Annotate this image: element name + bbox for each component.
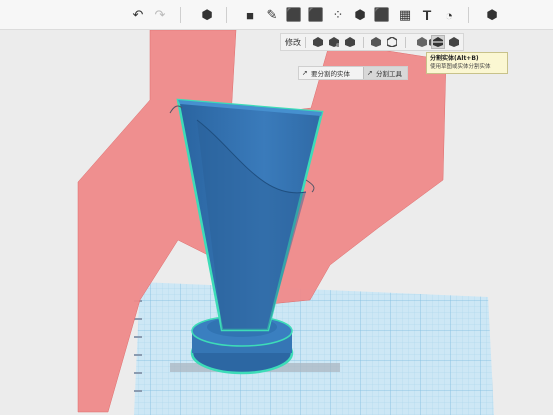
view-cube-icon: ⬢ (486, 7, 498, 22)
toolbar-divider (180, 7, 181, 23)
body-to-split-label: 要分割的实体 (311, 70, 350, 78)
undo-icon: ↶ (132, 7, 144, 22)
sub-toolbar-divider (305, 37, 306, 48)
measure-icon: ▦ (398, 7, 412, 22)
work-plane-grid (134, 282, 494, 415)
cursor-icon: ➚ (302, 69, 308, 77)
pattern-icon: ⁘ (332, 7, 344, 22)
modify-button[interactable]: ⬛ (306, 5, 326, 25)
split-mode-bar: ➚ 要分割的实体 ➚ 分割工具 (298, 66, 408, 80)
material-button[interactable]: ◔ (439, 5, 459, 25)
split-tool-label: 分割工具 (376, 70, 402, 78)
modify-icon: ⬛ (307, 7, 325, 22)
text-button[interactable]: T (417, 5, 437, 25)
modify-sub-toolbar: 修改 (280, 33, 464, 51)
split-solid-tooltip: 分割实体(Alt+B) 使用草图或实体分割实体 (426, 52, 508, 74)
design-app-window: ↶ ↷ ⬢ ■ ✎ ⬛ ⬛ ⁘ ⬢ ⬛ ▦ T ◔ ⬢ 修改 分割实体(Alt+… (0, 0, 553, 415)
split-solid-icon (433, 37, 443, 47)
press-pull-icon (313, 37, 323, 47)
combine-icon: ⬛ (373, 7, 391, 22)
fillet-icon (345, 37, 355, 47)
toolbar-divider (468, 7, 469, 23)
combine-button[interactable]: ⬛ (372, 5, 392, 25)
measure-button[interactable]: ▦ (395, 5, 415, 25)
sub-toolbar-divider (405, 37, 406, 48)
sketch-button[interactable]: ✎ (262, 5, 282, 25)
modify-label: 修改 (285, 38, 301, 47)
tooltip-description: 使用草图或实体分割实体 (430, 64, 491, 70)
redo-icon: ↷ (154, 7, 166, 22)
undo-button[interactable]: ↶ (128, 5, 148, 25)
add-primitive-icon: ⬢ (201, 7, 213, 22)
construct-icon: ⬛ (285, 7, 303, 22)
group-button[interactable]: ⬢ (350, 5, 370, 25)
shell-button[interactable] (385, 35, 399, 49)
shell-icon (387, 37, 397, 47)
box-button[interactable]: ■ (240, 5, 260, 25)
split-body-icon (449, 37, 459, 47)
sub-toolbar-divider (363, 37, 364, 48)
chamfer-button[interactable] (369, 35, 383, 49)
split-tool-option[interactable]: ➚ 分割工具 (363, 67, 407, 79)
fillet-button[interactable] (343, 35, 357, 49)
group-icon: ⬢ (354, 7, 366, 22)
main-toolbar: ↶ ↷ ⬢ ■ ✎ ⬛ ⬛ ⁘ ⬢ ⬛ ▦ T ◔ ⬢ (0, 0, 553, 30)
text-icon: T (422, 7, 432, 23)
construct-button[interactable]: ⬛ (284, 5, 304, 25)
tooltip-title: 分割实体(Alt+B) (430, 55, 479, 62)
body-to-split-option[interactable]: ➚ 要分割的实体 (299, 67, 363, 79)
chamfer-icon (371, 37, 381, 47)
tweak-icon (329, 37, 339, 47)
box-icon: ■ (246, 7, 254, 23)
add-primitive-button[interactable]: ⬢ (197, 5, 217, 25)
material-icon: ◔ (445, 7, 453, 23)
toolbar-divider (226, 7, 227, 23)
redo-button[interactable]: ↷ (150, 5, 170, 25)
pattern-button[interactable]: ⁘ (328, 5, 348, 25)
press-pull-button[interactable] (311, 35, 325, 49)
split-solid-button[interactable] (431, 35, 445, 49)
view-cube-button[interactable]: ⬢ (482, 5, 502, 25)
split-face-icon (417, 37, 427, 47)
cursor-icon: ➚ (367, 69, 373, 77)
sketch-icon: ✎ (266, 7, 278, 22)
tweak-button[interactable] (327, 35, 341, 49)
split-body-button[interactable] (447, 35, 461, 49)
